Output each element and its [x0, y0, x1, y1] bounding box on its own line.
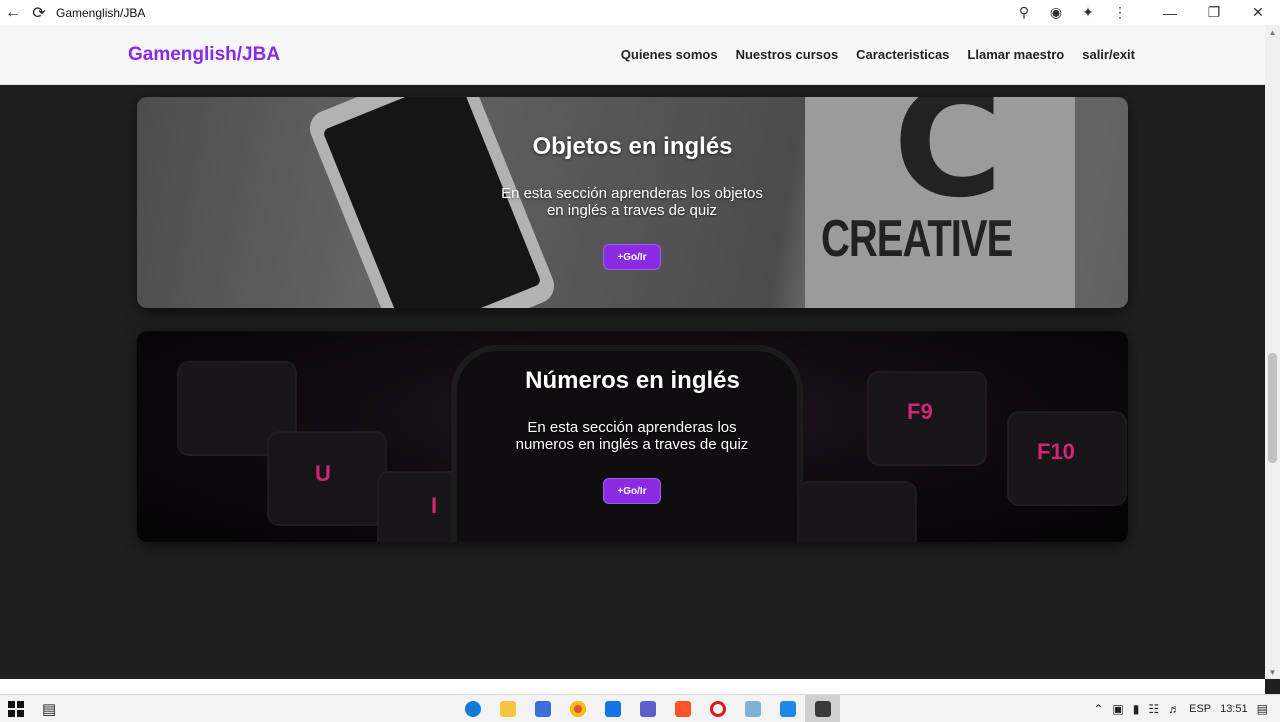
network-icon[interactable]: ☷: [1148, 702, 1159, 716]
photos-icon[interactable]: [770, 695, 805, 722]
card-description: En esta sección aprenderas los objetos e…: [501, 185, 763, 219]
back-icon[interactable]: ←: [0, 0, 26, 25]
course-card-numeros: U I F9 F10 Números en inglés En esta sec…: [137, 331, 1128, 542]
task-view-icon[interactable]: ▤: [42, 700, 56, 718]
nav-link-nuestros-cursos[interactable]: Nuestros cursos: [736, 47, 839, 62]
page-scrollbar[interactable]: ▲ ▼: [1265, 25, 1280, 679]
system-tray: ⌃ ▣ ▮ ☷ ♬ ESP 13:51 ▤: [1093, 695, 1280, 722]
start-icon[interactable]: [8, 701, 24, 717]
site-navbar: Gamenglish/JBA Quienes somos Nuestros cu…: [0, 25, 1265, 85]
brave-icon[interactable]: [665, 695, 700, 722]
active-app-icon[interactable]: [805, 695, 840, 722]
card-title: Números en inglés: [525, 367, 740, 394]
minimize-icon[interactable]: —: [1148, 0, 1192, 25]
reload-icon[interactable]: ⟳: [26, 0, 52, 25]
file-explorer-icon[interactable]: [490, 695, 525, 722]
site-brand[interactable]: Gamenglish/JBA: [128, 44, 280, 66]
browser-titlebar: ← ⟳ Gamenglish/JBA ⚲ ◉ ✦ ⋮ — ❐ ✕: [0, 0, 1280, 25]
camera-icon[interactable]: ▣: [1112, 702, 1123, 716]
teams-icon[interactable]: [630, 695, 665, 722]
browser-toolbar: ⚲ ◉ ✦ ⋮ — ❐ ✕: [1008, 0, 1280, 25]
nav-link-quienes-somos[interactable]: Quienes somos: [621, 47, 718, 62]
zoom-icon[interactable]: ⚲: [1008, 0, 1040, 25]
nav-link-caracteristicas[interactable]: Caracteristicas: [856, 47, 949, 62]
windows-taskbar: ▤ ⌃ ▣ ▮ ☷ ♬ ESP 13:51 ▤: [0, 694, 1280, 722]
taskbar-apps: [455, 695, 840, 722]
mail-icon[interactable]: [595, 695, 630, 722]
store-icon[interactable]: [525, 695, 560, 722]
menu-dots-icon[interactable]: ⋮: [1104, 0, 1136, 25]
main-content: C CREATIVE Objetos en inglés En esta sec…: [0, 85, 1265, 679]
chevron-up-icon[interactable]: ⌃: [1093, 702, 1103, 716]
extensions-icon[interactable]: ✦: [1072, 0, 1104, 25]
clock[interactable]: 13:51: [1220, 703, 1248, 715]
close-icon[interactable]: ✕: [1236, 0, 1280, 25]
notifications-icon[interactable]: ▤: [1257, 702, 1268, 716]
scroll-up-icon[interactable]: ▲: [1265, 25, 1280, 39]
go-button-numeros[interactable]: +Go/Ir: [603, 478, 661, 504]
scroll-thumb[interactable]: [1268, 353, 1277, 463]
bottom-strip: [0, 679, 1265, 694]
language-indicator[interactable]: ESP: [1189, 703, 1211, 715]
chrome-icon[interactable]: [560, 695, 595, 722]
course-card-objetos: C CREATIVE Objetos en inglés En esta sec…: [137, 97, 1128, 308]
battery-icon[interactable]: ▮: [1133, 702, 1140, 716]
volume-icon[interactable]: ♬: [1168, 702, 1180, 716]
nav-links: Quienes somos Nuestros cursos Caracteris…: [621, 47, 1135, 62]
go-button-objetos[interactable]: +Go/Ir: [603, 244, 661, 270]
browser-title: Gamenglish/JBA: [56, 5, 146, 20]
scroll-down-icon[interactable]: ▼: [1265, 665, 1280, 679]
eye-off-icon[interactable]: ◉: [1040, 0, 1072, 25]
nav-link-llamar-maestro[interactable]: Llamar maestro: [967, 47, 1064, 62]
card-title: Objetos en inglés: [532, 133, 733, 160]
opera-icon[interactable]: [700, 695, 735, 722]
notepad-icon[interactable]: [735, 695, 770, 722]
card-description: En esta sección aprenderas los numeros e…: [515, 419, 749, 453]
restore-icon[interactable]: ❐: [1192, 0, 1236, 25]
nav-link-salir-exit[interactable]: salir/exit: [1082, 47, 1135, 62]
edge-icon[interactable]: [455, 695, 490, 722]
